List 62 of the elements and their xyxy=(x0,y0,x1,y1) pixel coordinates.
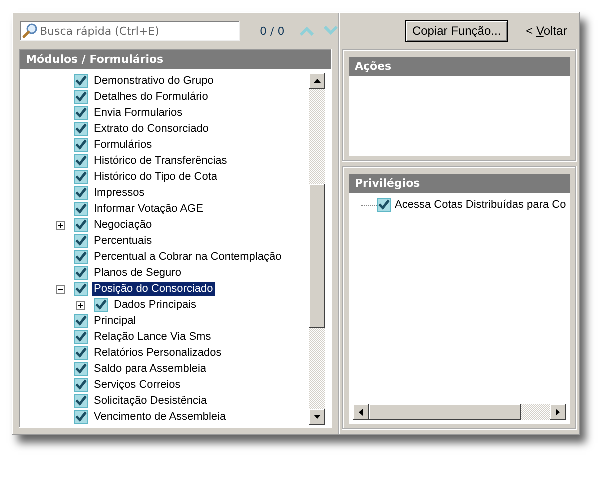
tree-item[interactable]: Envia Formularios xyxy=(92,106,185,120)
tree-item[interactable]: Extrato do Consorciado xyxy=(92,122,211,136)
checkbox[interactable] xyxy=(74,154,88,168)
checkbox[interactable] xyxy=(377,198,391,212)
checkbox[interactable] xyxy=(94,298,108,312)
tree-item[interactable]: Relatórios Personalizados xyxy=(92,346,224,360)
scroll-down-icon[interactable] xyxy=(314,415,320,419)
checkbox[interactable] xyxy=(74,330,88,344)
collapse-icon[interactable] xyxy=(56,284,65,294)
panel-header: Módulos / Formulários xyxy=(20,50,331,69)
checkbox[interactable] xyxy=(74,410,88,424)
panel-header: Ações xyxy=(349,57,570,76)
tree-item[interactable]: Planos de Seguro xyxy=(92,266,184,280)
tree-item[interactable]: Posição do Consorciado xyxy=(92,282,216,296)
checkbox[interactable] xyxy=(74,106,88,120)
checkbox[interactable] xyxy=(74,218,88,232)
tree-item[interactable]: Dados Principais xyxy=(112,298,199,312)
privilege-item[interactable]: Acessa Cotas Distribuídas para Co xyxy=(395,199,566,211)
tree-item[interactable]: Relação Lance Via Sms xyxy=(92,330,214,344)
tree-item[interactable]: Percentual a Cobrar na Contemplação xyxy=(92,250,284,264)
panel-header: Privilégios xyxy=(349,174,570,193)
checkbox[interactable] xyxy=(74,314,88,328)
checkbox[interactable] xyxy=(74,346,88,360)
checkbox[interactable] xyxy=(74,362,88,376)
checkbox[interactable] xyxy=(74,250,88,264)
checkbox[interactable] xyxy=(74,186,88,200)
match-count: 0 / 0 xyxy=(260,24,286,38)
search-field[interactable]: Busca rápida (Ctrl+E) xyxy=(20,21,240,41)
checkbox[interactable] xyxy=(74,90,88,104)
scroll-up-icon[interactable] xyxy=(314,79,320,83)
tree-item[interactable]: Principal xyxy=(92,314,138,328)
tree-item[interactable]: Informar Votação AGE xyxy=(92,202,206,216)
scroll-right-icon[interactable] xyxy=(556,408,560,416)
tree-item[interactable]: Histórico de Transferências xyxy=(92,154,230,168)
vertical-scrollbar[interactable] xyxy=(309,73,325,425)
back-link[interactable]: < Voltar xyxy=(526,24,568,38)
checkbox[interactable] xyxy=(74,234,88,248)
tree-item[interactable]: Vencimento de Assembleia xyxy=(92,410,228,424)
tree-item[interactable]: Detalhes do Formulário xyxy=(92,90,210,104)
scroll-left-icon[interactable] xyxy=(359,408,363,416)
checkbox[interactable] xyxy=(74,378,88,392)
expand-icon[interactable] xyxy=(56,220,65,230)
copy-function-button[interactable]: Copiar Função... xyxy=(405,20,508,42)
checkbox[interactable] xyxy=(74,394,88,408)
tree-item[interactable]: Histórico do Tipo de Cota xyxy=(92,170,220,184)
checkbox[interactable] xyxy=(74,282,88,296)
tree-item[interactable]: Serviços Correios xyxy=(92,378,183,392)
tree-item[interactable]: Formulários xyxy=(92,138,154,152)
tree-item[interactable]: Percentuais xyxy=(92,234,154,248)
tree-item[interactable]: Impressos xyxy=(92,186,147,200)
tree-item[interactable]: Saldo para Assembleia xyxy=(92,362,209,376)
checkbox[interactable] xyxy=(74,122,88,136)
checkbox[interactable] xyxy=(74,266,88,280)
checkbox[interactable] xyxy=(74,138,88,152)
tree-item[interactable]: Negociação xyxy=(92,218,154,232)
expand-icon[interactable] xyxy=(76,300,85,310)
tree-item[interactable]: Demonstrativo do Grupo xyxy=(92,74,216,88)
horizontal-scrollbar[interactable] xyxy=(353,404,566,420)
checkbox[interactable] xyxy=(74,202,88,216)
checkbox[interactable] xyxy=(74,74,88,88)
checkbox[interactable] xyxy=(74,170,88,184)
tree-item[interactable]: Solicitação Desistência xyxy=(92,394,210,408)
